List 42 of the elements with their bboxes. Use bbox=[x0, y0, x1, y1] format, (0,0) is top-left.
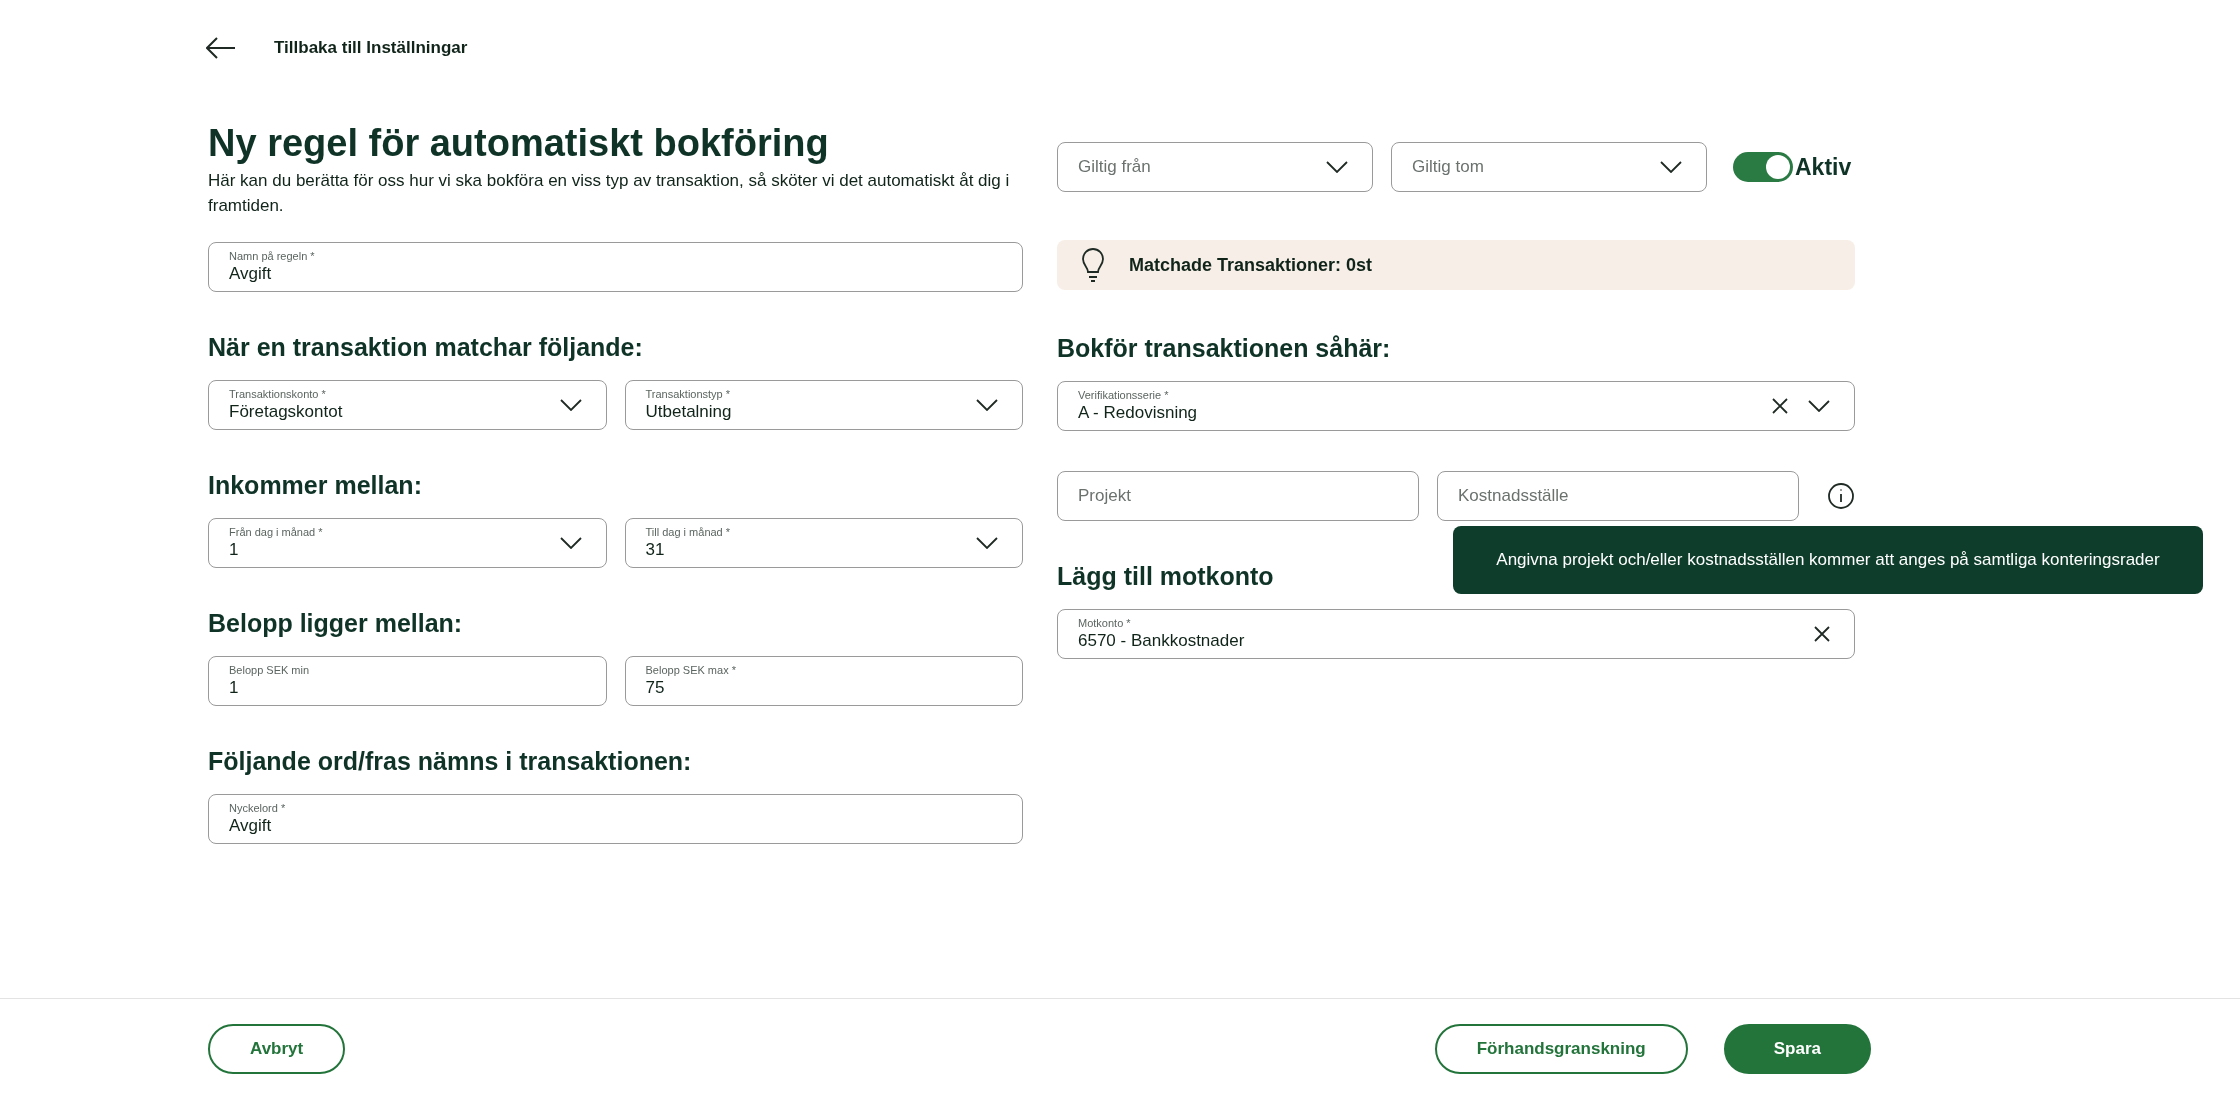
chevron-down-icon bbox=[976, 399, 998, 411]
dropdown-field[interactable]: Transaktionskonto * Företagskontot bbox=[208, 380, 607, 430]
page-description: Här kan du berätta för oss hur vi ska bokföra en viss typ av transaktion, så sköter vi det automatiskt åt dig i framtiden. bbox=[208, 170, 1011, 217]
section-heading: Belopp ligger mellan: bbox=[208, 608, 464, 638]
dropdown-field[interactable]: Till dag i månad * 31 bbox=[624, 518, 1023, 568]
back-link[interactable]: Tillbaka till Inställningar bbox=[274, 35, 468, 61]
footer-button[interactable]: Förhandsgranskning bbox=[1434, 1024, 1688, 1074]
input-field[interactable]: Nyckelord * Avgift bbox=[208, 794, 1023, 844]
section-heading: Följande ord/fras nämns i transaktionen: bbox=[208, 746, 693, 776]
page-title: Ny regel för automatiskt bokföring bbox=[208, 121, 830, 166]
section-heading: Inkommer mellan: bbox=[208, 470, 423, 500]
info-icon[interactable] bbox=[1827, 482, 1855, 510]
toggle-switch[interactable] bbox=[1733, 152, 1793, 182]
counter-account-field[interactable]: Motkonto * 6570 - Bankkostnader bbox=[1057, 609, 1855, 659]
chevron-down-icon bbox=[1326, 161, 1348, 173]
chevron-down-icon bbox=[976, 537, 998, 549]
dropdown-field[interactable]: Transaktionstyp * Utbetalning bbox=[624, 380, 1023, 430]
footer-button[interactable]: Spara bbox=[1723, 1024, 1871, 1074]
input-field[interactable]: Kostnadsställe bbox=[1437, 471, 1799, 521]
chevron-down-icon bbox=[1808, 400, 1830, 412]
close-icon[interactable] bbox=[1772, 398, 1788, 414]
input-field[interactable]: Belopp SEK max * 75 bbox=[624, 656, 1023, 706]
section-heading: Bokför transaktionen såhär: bbox=[1057, 333, 1392, 363]
tooltip: Angivna projekt och/eller kostnadsställen kommer att anges på samtliga konteringsrader bbox=[1453, 526, 2203, 594]
chevron-down-icon bbox=[559, 537, 582, 549]
chevron-down-icon bbox=[1660, 161, 1682, 173]
close-icon[interactable] bbox=[1814, 626, 1830, 642]
lightbulb-icon bbox=[1081, 248, 1105, 282]
back-arrow-icon[interactable] bbox=[206, 37, 236, 59]
date-dropdown[interactable]: Giltig från bbox=[1057, 142, 1373, 192]
section-heading: När en transaktion matchar följande: bbox=[208, 332, 644, 362]
section-heading: Lägg till motkonto bbox=[1057, 561, 1275, 591]
toggle-label: Aktiv bbox=[1795, 152, 1852, 182]
input-field[interactable]: Belopp SEK min 1 bbox=[208, 656, 607, 706]
input-field[interactable]: Projekt bbox=[1057, 471, 1419, 521]
footer-button[interactable]: Avbryt bbox=[208, 1024, 346, 1074]
rule-name-field[interactable]: Namn på regeln * Avgift bbox=[208, 242, 1023, 292]
series-dropdown[interactable]: Verifikationsserie * A - Redovisning bbox=[1057, 381, 1855, 431]
matched-transactions-banner: Matchade Transaktioner: 0st bbox=[1057, 240, 1855, 290]
chevron-down-icon bbox=[559, 399, 582, 411]
date-dropdown[interactable]: Giltig tom bbox=[1391, 142, 1707, 192]
dropdown-field[interactable]: Från dag i månad * 1 bbox=[208, 518, 607, 568]
